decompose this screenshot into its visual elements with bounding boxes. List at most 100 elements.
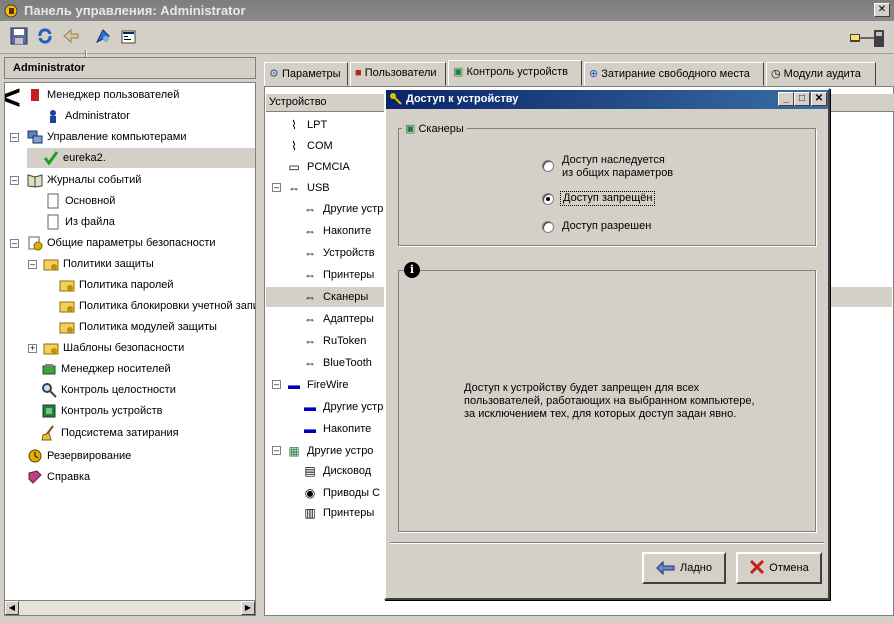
tree-item-administrator[interactable]: Administrator xyxy=(45,106,130,126)
tree-item-module-policy[interactable]: Политика модулей защиты xyxy=(59,317,217,337)
usb-icon: ⇔ xyxy=(304,224,316,239)
tab-users[interactable]: ■ Пользователи xyxy=(350,62,446,86)
radio-inherited[interactable] xyxy=(542,160,554,172)
firewire-icon: ▬ xyxy=(304,422,316,437)
device-printers[interactable]: ▥ Принтеры xyxy=(302,503,374,523)
maximize-button[interactable]: □ xyxy=(794,92,810,106)
device-usb-other[interactable]: ⇔ Другие устр xyxy=(302,199,383,219)
collapse-toggle[interactable]: – xyxy=(10,239,19,248)
media-icon xyxy=(41,361,57,377)
tree-item-user-manager[interactable]: Менеджер пользователей xyxy=(27,85,179,105)
book-icon xyxy=(27,172,43,188)
usb-icon: ⇔ xyxy=(288,181,300,196)
tree-item-wiping-subsystem[interactable]: Подсистема затирания xyxy=(41,423,179,443)
tree-item-protection-policies[interactable]: Политики защиты xyxy=(43,254,154,274)
device-usb-adapters[interactable]: ⇔ Адаптеры xyxy=(302,309,374,329)
tree-item-backup[interactable]: Резервирование xyxy=(27,446,131,466)
radio-denied-label[interactable]: Доступ запрещён xyxy=(560,191,656,206)
device-usb-bluetooth[interactable]: ⇔ BlueTooth xyxy=(302,353,372,373)
device-usb-scanners[interactable]: ⇔ Сканеры xyxy=(302,287,368,307)
tree-item-security-templates[interactable]: Шаблоны безопасности xyxy=(43,338,184,358)
device-pcmcia[interactable]: ▭ PCMCIA xyxy=(286,157,349,177)
back-icon[interactable] xyxy=(60,27,82,49)
tab-free-space-wiping[interactable]: ⊕ Затирание свободного места xyxy=(584,62,764,86)
close-window-button[interactable]: ✕ xyxy=(874,3,890,17)
document-icon xyxy=(45,214,61,230)
tree-item-password-policy[interactable]: Политика паролей xyxy=(59,275,174,295)
tree-item-help[interactable]: Справка xyxy=(27,467,90,487)
save-icon[interactable] xyxy=(8,27,30,49)
horizontal-scrollbar[interactable]: ◀ ▶ xyxy=(4,600,256,616)
tree-item-eureka2[interactable]: eureka2. xyxy=(27,148,255,168)
refresh-icon[interactable] xyxy=(34,27,56,49)
expand-toggle[interactable]: + xyxy=(28,344,37,353)
tab-device-control[interactable]: ▣ Контроль устройств xyxy=(448,60,582,86)
folder-lock-icon xyxy=(59,319,75,335)
device-usb-storage[interactable]: ⇔ Накопите xyxy=(302,221,371,241)
document-icon xyxy=(45,193,61,209)
usb-icon: ⇔ xyxy=(304,246,316,261)
device-cd-drives[interactable]: ◉ Приводы С xyxy=(302,483,380,503)
dialog-separator xyxy=(390,542,824,544)
collapse-toggle[interactable]: – xyxy=(10,133,19,142)
collapse-toggle[interactable]: – xyxy=(10,176,19,185)
tree-item-device-control[interactable]: Контроль устройств xyxy=(41,401,163,421)
collapse-arrow-icon[interactable]: < xyxy=(5,83,21,115)
cable-icon: ⌇ xyxy=(291,139,297,154)
window-title: Панель управления: Administrator xyxy=(24,3,246,18)
ok-arrow-icon xyxy=(656,559,676,578)
device-usb-rutoken[interactable]: ⇔ RuToken xyxy=(302,331,366,351)
tab-parameters[interactable]: ⚙ Параметры xyxy=(264,62,348,86)
device-lpt[interactable]: ⌇ LPT xyxy=(286,115,327,135)
minimize-button[interactable]: _ xyxy=(778,92,794,106)
tree-item-from-file[interactable]: Из файла xyxy=(45,212,115,232)
users-icon[interactable] xyxy=(92,27,114,49)
toolbar xyxy=(0,22,894,70)
usb-icon: ⇔ xyxy=(304,290,316,305)
ok-button[interactable]: Ладно xyxy=(642,552,726,584)
device-usb-devices[interactable]: ⇔ Устройств xyxy=(302,243,375,263)
collapse-toggle[interactable]: – xyxy=(272,380,281,389)
cancel-button[interactable]: Отмена xyxy=(736,552,822,584)
dialog-close-button[interactable]: ✕ xyxy=(811,92,827,106)
magnifier-icon xyxy=(41,382,57,398)
radio-denied[interactable] xyxy=(542,193,554,205)
tree-item-security-settings[interactable]: Общие параметры безопасности xyxy=(27,233,216,253)
device-usb[interactable]: ⇔ USB xyxy=(286,178,330,198)
collapse-toggle[interactable]: – xyxy=(272,183,281,192)
folder-lock-icon xyxy=(59,298,75,314)
tab-audit-modules[interactable]: ◷ Модули аудита xyxy=(766,62,876,86)
collapse-toggle[interactable]: – xyxy=(272,446,281,455)
folder-lock-icon xyxy=(43,256,59,272)
radio-inherited-label[interactable]: Доступ наследуется из общих параметров xyxy=(562,154,673,180)
help-book-icon xyxy=(27,469,43,485)
window-title-bar: Панель управления: Administrator ✕ xyxy=(0,0,894,21)
radio-allowed-label[interactable]: Доступ разрешен xyxy=(562,220,651,233)
device-firewire-storage[interactable]: ▬ Накопите xyxy=(302,419,371,439)
device-firewire-other[interactable]: ▬ Другие устр xyxy=(302,397,383,417)
dialog-key-icon xyxy=(389,92,403,106)
radio-allowed[interactable] xyxy=(542,221,554,233)
connection-icon[interactable] xyxy=(848,27,888,49)
tree-item-lockout-policy[interactable]: Политика блокировки учетной запи xyxy=(59,296,255,316)
collapse-toggle[interactable]: – xyxy=(28,260,37,269)
security-settings-icon xyxy=(27,235,43,251)
device-floppy[interactable]: ▤ Дисковод xyxy=(302,461,371,481)
device-com[interactable]: ⌇ COM xyxy=(286,136,333,156)
scroll-right-arrow-icon[interactable]: ▶ xyxy=(241,601,255,615)
device-firewire[interactable]: ▬ FireWire xyxy=(286,375,349,395)
device-usb-printers[interactable]: ⇔ Принтеры xyxy=(302,265,374,285)
usb-icon: ⇔ xyxy=(304,334,316,349)
scroll-left-arrow-icon[interactable]: ◀ xyxy=(5,601,19,615)
device-other[interactable]: ▦ Другие устро xyxy=(286,441,373,461)
tree-item-media-manager[interactable]: Менеджер носителей xyxy=(41,359,171,379)
properties-icon[interactable] xyxy=(118,27,140,49)
tree-item-main-log[interactable]: Основной xyxy=(45,191,115,211)
usb-icon: ⇔ xyxy=(304,202,316,217)
left-panel-header: Administrator xyxy=(4,57,256,79)
tree-item-computer-management[interactable]: Управление компьютерами xyxy=(27,127,187,147)
cable-icon: ⌇ xyxy=(291,118,297,133)
tree-item-event-logs[interactable]: Журналы событий xyxy=(27,170,141,190)
tree-item-integrity-control[interactable]: Контроль целостности xyxy=(41,380,176,400)
chip-icon: ▣ xyxy=(405,123,416,135)
